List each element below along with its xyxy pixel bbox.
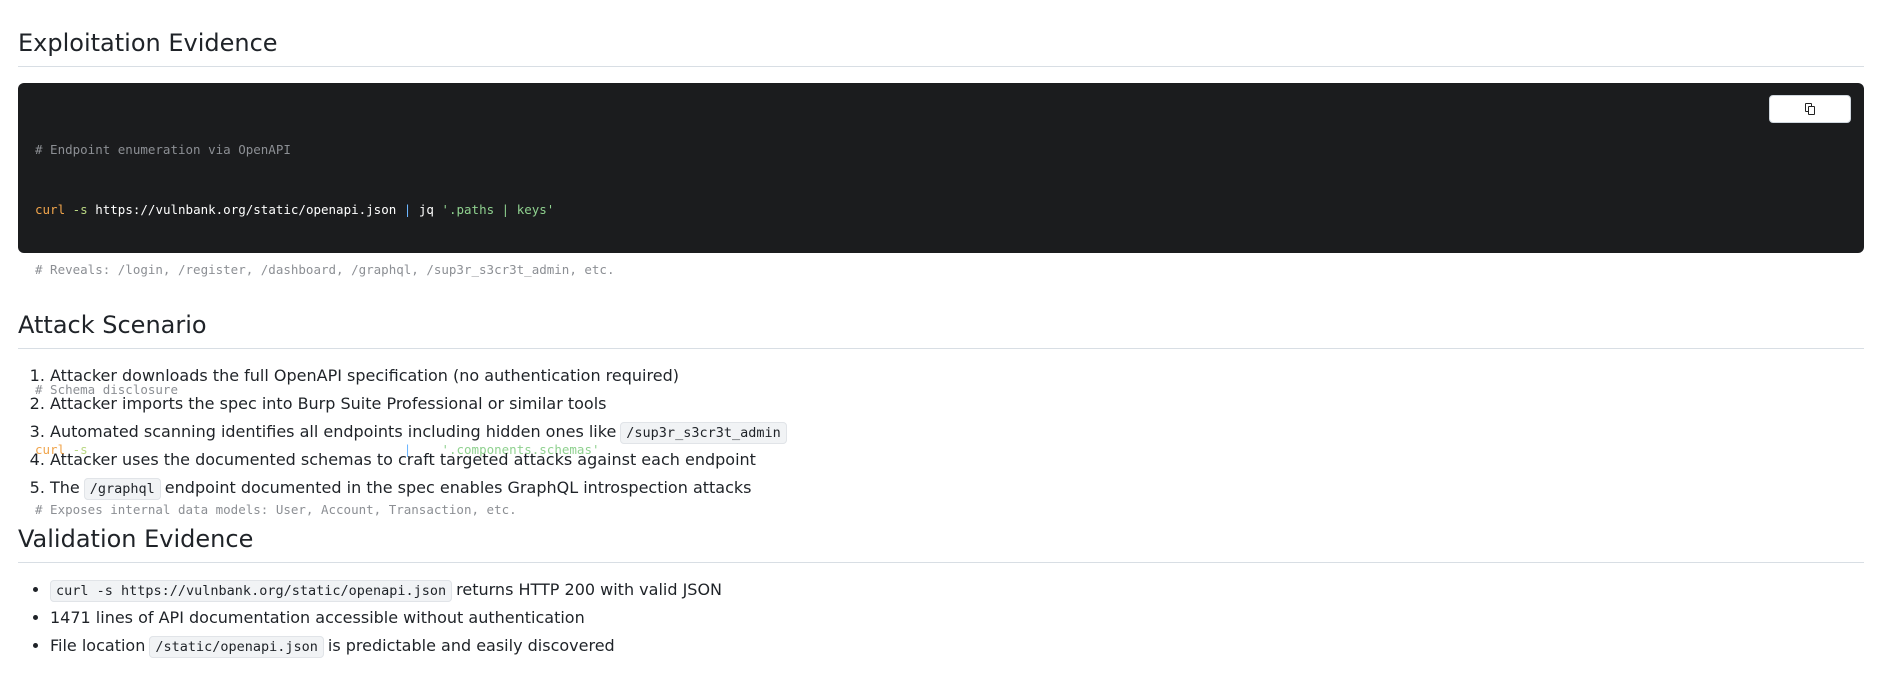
list-item: 1471 lines of API documentation accessib… — [50, 604, 1864, 632]
list-item: Attacker uses the documented schemas to … — [50, 446, 1864, 474]
inline-code: /graphql — [83, 478, 161, 500]
list-item: Automated scanning identifies all endpoi… — [50, 418, 1864, 446]
list-item: Attacker imports the spec into Burp Suit… — [50, 390, 1864, 418]
validation-list: curl -s https://vulnbank.org/static/open… — [18, 576, 1864, 660]
attack-heading: Attack Scenario — [18, 310, 1864, 349]
code-block[interactable]: # Endpoint enumeration via OpenAPI curl … — [18, 83, 1864, 517]
attack-section: Attack Scenario Attacker downloads the f… — [18, 310, 1864, 502]
exploitation-section: Exploitation Evidence — [18, 28, 1864, 67]
code-line-7: # Exposes internal data models: User, Ac… — [35, 502, 517, 517]
list-item: File location/static/openapi.jsonis pred… — [50, 632, 1864, 660]
attack-steps-list: Attacker downloads the full OpenAPI spec… — [18, 362, 1864, 502]
code-line-2: curl -s https://vulnbank.org/static/open… — [35, 202, 555, 217]
copy-icon — [1805, 103, 1815, 115]
inline-code: /sup3r_s3cr3t_admin — [620, 422, 787, 444]
exploitation-heading: Exploitation Evidence — [18, 28, 1864, 67]
validation-heading: Validation Evidence — [18, 524, 1864, 563]
code-line-3: # Reveals: /login, /register, /dashboard… — [35, 262, 615, 277]
validation-section: Validation Evidence curl -s https://vuln… — [18, 524, 1864, 660]
list-item: The/graphqlendpoint documented in the sp… — [50, 474, 1864, 502]
copy-button[interactable] — [1769, 95, 1851, 123]
list-item: Attacker downloads the full OpenAPI spec… — [50, 362, 1864, 390]
list-item: curl -s https://vulnbank.org/static/open… — [50, 576, 1864, 604]
report-page: Exploitation Evidence # Endpoint enumera… — [0, 0, 1879, 687]
inline-code: curl -s https://vulnbank.org/static/open… — [50, 580, 453, 602]
code-line-1: # Endpoint enumeration via OpenAPI — [35, 142, 291, 157]
inline-code: /static/openapi.json — [149, 636, 324, 658]
